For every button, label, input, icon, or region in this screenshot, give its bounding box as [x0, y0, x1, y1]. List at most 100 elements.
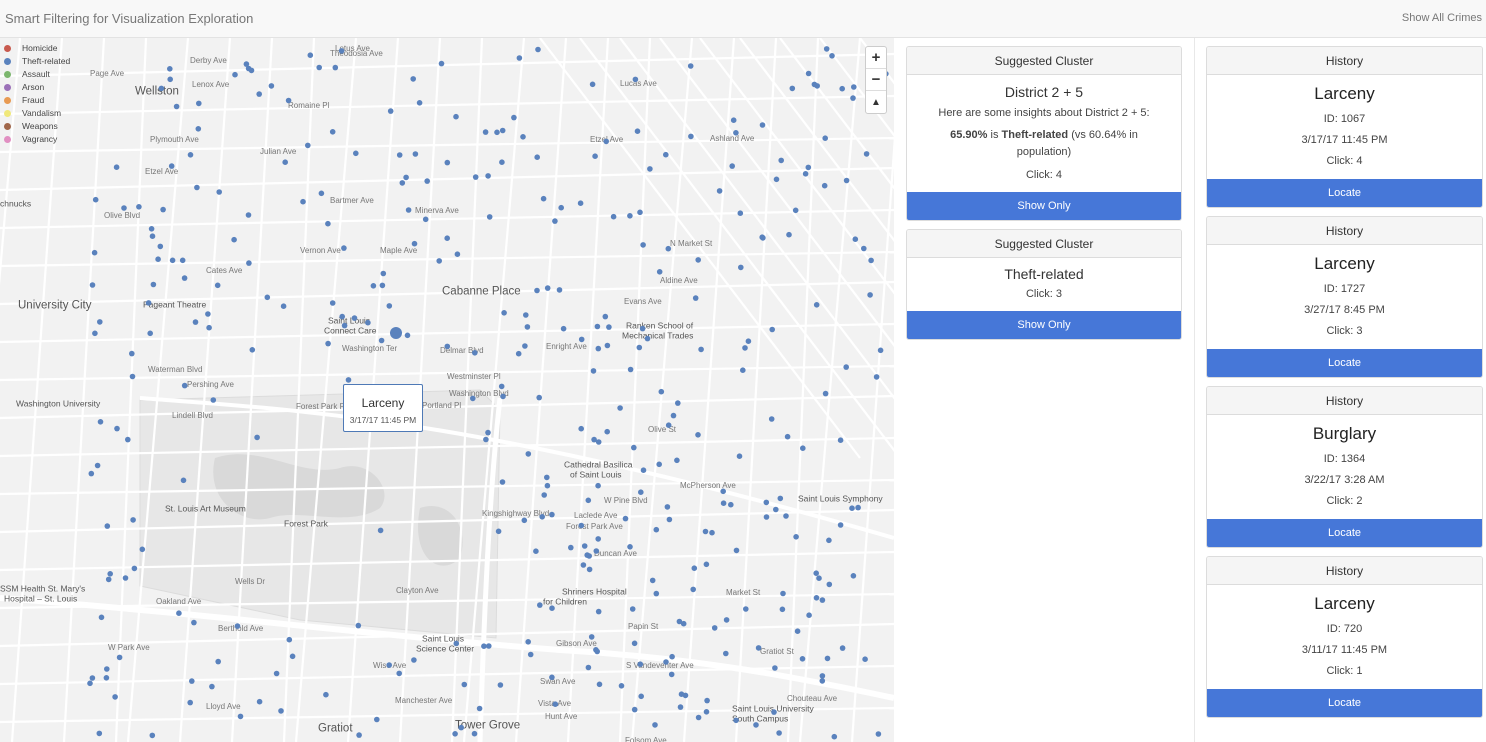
- crime-dot[interactable]: [285, 97, 292, 104]
- crime-dot[interactable]: [483, 436, 489, 443]
- crime-dot[interactable]: [256, 91, 263, 97]
- crime-dot[interactable]: [145, 300, 152, 306]
- crime-dot[interactable]: [819, 673, 826, 679]
- crime-dot[interactable]: [521, 517, 528, 524]
- crime-dot[interactable]: [585, 664, 592, 671]
- crime-dot[interactable]: [644, 335, 651, 342]
- crime-dot[interactable]: [736, 453, 743, 460]
- crime-dot[interactable]: [850, 573, 857, 579]
- crime-dot[interactable]: [773, 176, 780, 183]
- crime-dot[interactable]: [873, 374, 880, 380]
- crime-dot[interactable]: [485, 429, 491, 436]
- crime-dot[interactable]: [802, 171, 809, 177]
- crime-dot[interactable]: [536, 394, 542, 401]
- crime-dot[interactable]: [125, 436, 131, 443]
- crime-dot[interactable]: [826, 581, 833, 588]
- crime-dot[interactable]: [472, 174, 479, 180]
- crime-dot[interactable]: [778, 157, 784, 164]
- crime-dot[interactable]: [254, 434, 260, 441]
- crime-dot[interactable]: [813, 595, 820, 601]
- crime-dot[interactable]: [793, 534, 799, 540]
- locate-button[interactable]: Locate: [1207, 179, 1482, 207]
- crime-dot[interactable]: [121, 205, 127, 211]
- crime-dot[interactable]: [273, 670, 280, 677]
- crime-dot[interactable]: [704, 697, 710, 704]
- crime-dot[interactable]: [453, 113, 459, 120]
- crime-dot[interactable]: [658, 388, 665, 395]
- crime-dot[interactable]: [444, 235, 451, 241]
- map-canvas[interactable]: Wellston University City Cabanne Place Grat…: [0, 38, 894, 742]
- crime-dot[interactable]: [379, 282, 386, 289]
- crime-dot[interactable]: [470, 395, 476, 402]
- crime-dot[interactable]: [580, 562, 587, 568]
- crime-dot[interactable]: [323, 691, 329, 698]
- crime-dot[interactable]: [595, 345, 602, 352]
- crime-dot[interactable]: [444, 159, 451, 166]
- crime-dot[interactable]: [160, 206, 166, 213]
- crime-dot[interactable]: [729, 163, 735, 169]
- crime-dot[interactable]: [665, 422, 672, 429]
- crime-dot[interactable]: [89, 675, 96, 681]
- crime-dot[interactable]: [422, 216, 429, 223]
- crime-dot[interactable]: [837, 522, 844, 528]
- crime-dot[interactable]: [640, 467, 647, 474]
- crime-dot[interactable]: [280, 303, 287, 310]
- crime-dot[interactable]: [205, 311, 211, 317]
- crime-dot[interactable]: [180, 477, 187, 484]
- crime-dot[interactable]: [794, 628, 801, 634]
- crime-dot[interactable]: [595, 608, 602, 615]
- crime-dot[interactable]: [603, 138, 609, 145]
- crime-dot[interactable]: [192, 319, 199, 325]
- crime-dot[interactable]: [129, 350, 135, 357]
- crime-dot[interactable]: [386, 662, 393, 668]
- crime-dot[interactable]: [243, 61, 250, 67]
- crime-dot[interactable]: [412, 151, 419, 157]
- crime-dot[interactable]: [578, 336, 585, 343]
- crime-dot[interactable]: [167, 76, 173, 83]
- crime-dot[interactable]: [424, 178, 431, 184]
- crime-dot[interactable]: [499, 159, 505, 165]
- crime-dot[interactable]: [541, 492, 547, 498]
- crime-dot[interactable]: [852, 236, 859, 242]
- crime-dot[interactable]: [728, 501, 734, 508]
- crime-dot[interactable]: [206, 324, 212, 331]
- crime-dot[interactable]: [210, 397, 217, 403]
- crime-dot[interactable]: [716, 188, 723, 194]
- crime-dot[interactable]: [405, 207, 412, 213]
- crime-dot[interactable]: [527, 651, 534, 658]
- crime-dot[interactable]: [822, 135, 828, 141]
- crime-dot[interactable]: [627, 366, 634, 373]
- crime-dot[interactable]: [549, 674, 555, 681]
- crime-dot[interactable]: [461, 681, 468, 688]
- crime-dot[interactable]: [786, 231, 792, 238]
- crime-dot[interactable]: [411, 657, 417, 663]
- crime-dot[interactable]: [535, 46, 541, 53]
- crime-dot[interactable]: [760, 235, 766, 241]
- crime-dot[interactable]: [148, 226, 155, 232]
- crime-dot[interactable]: [586, 566, 593, 573]
- crime-dot[interactable]: [769, 326, 775, 333]
- crime-dot[interactable]: [702, 528, 709, 535]
- crime-dot[interactable]: [799, 656, 806, 662]
- crime-dot[interactable]: [581, 543, 588, 549]
- crime-dot[interactable]: [486, 214, 493, 220]
- crime-dot[interactable]: [318, 190, 325, 197]
- crime-dot[interactable]: [396, 152, 403, 158]
- crime-dot[interactable]: [404, 332, 411, 339]
- crime-dot[interactable]: [495, 528, 502, 535]
- crime-dot[interactable]: [472, 350, 478, 356]
- reset-north-button[interactable]: ▲: [866, 91, 886, 113]
- crime-dot[interactable]: [482, 129, 489, 135]
- crime-dot[interactable]: [139, 546, 146, 553]
- crime-dot[interactable]: [114, 425, 120, 432]
- crime-dot[interactable]: [631, 706, 638, 713]
- crime-dot[interactable]: [300, 198, 306, 205]
- crime-dot[interactable]: [246, 260, 252, 266]
- crime-dot[interactable]: [792, 207, 799, 214]
- crime-dot[interactable]: [549, 605, 555, 611]
- crime-dot[interactable]: [329, 300, 336, 306]
- crime-dot[interactable]: [356, 732, 362, 738]
- crime-dot[interactable]: [544, 482, 551, 489]
- crime-dot[interactable]: [669, 653, 675, 660]
- crime-dot[interactable]: [341, 245, 347, 251]
